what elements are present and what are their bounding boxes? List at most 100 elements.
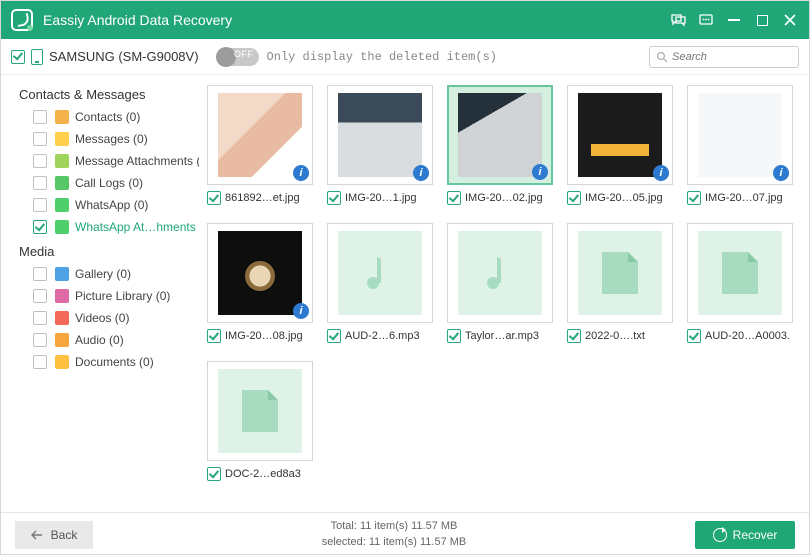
file-thumbnail[interactable]: i — [567, 85, 673, 185]
file-name: IMG-20…07.jpg — [705, 192, 783, 204]
recover-label: Recover — [733, 528, 778, 542]
sidebar-item-checkbox[interactable] — [33, 355, 47, 369]
sidebar-item-checkbox[interactable] — [33, 132, 47, 146]
file-caption: IMG-20…1.jpg — [327, 191, 433, 205]
file-checkbox[interactable] — [447, 191, 461, 205]
sidebar-item-checkbox[interactable] — [33, 289, 47, 303]
file-checkbox[interactable] — [567, 329, 581, 343]
file-card[interactable]: i IMG-20…1.jpg — [327, 85, 433, 205]
sidebar-item-checkbox[interactable] — [33, 311, 47, 325]
file-name: 2022-0….txt — [585, 330, 645, 342]
file-checkbox[interactable] — [207, 329, 221, 343]
file-thumbnail[interactable] — [327, 223, 433, 323]
search-icon — [656, 51, 668, 63]
file-thumbnail[interactable] — [207, 361, 313, 461]
recover-button[interactable]: Recover — [695, 521, 795, 549]
file-card[interactable]: iIMG-20…02.jpg — [447, 85, 553, 205]
file-checkbox[interactable] — [567, 191, 581, 205]
sidebar-item-checkbox[interactable] — [33, 267, 47, 281]
info-badge-icon[interactable]: i — [293, 303, 309, 319]
file-thumbnail[interactable] — [567, 223, 673, 323]
file-card[interactable]: i 861892…et.jpg — [207, 85, 313, 205]
sidebar-item[interactable]: Picture Library (0) — [15, 285, 191, 307]
sidebar-item-checkbox[interactable] — [33, 176, 47, 190]
file-card[interactable]: i IMG-20…05.jpg — [567, 85, 673, 205]
music-note-icon — [365, 255, 395, 291]
file-card[interactable]: iIMG-20…08.jpg — [207, 223, 313, 343]
only-deleted-label: Only display the deleted item(s) — [267, 50, 497, 64]
feedback-icon[interactable] — [697, 11, 715, 29]
file-card[interactable]: Taylor…ar.mp3 — [447, 223, 553, 343]
category-icon — [55, 154, 69, 168]
file-card[interactable]: i IMG-20…07.jpg — [687, 85, 793, 205]
file-caption: IMG-20…05.jpg — [567, 191, 673, 205]
sidebar-item-checkbox[interactable] — [33, 110, 47, 124]
category-icon — [55, 267, 69, 281]
file-checkbox[interactable] — [207, 467, 221, 481]
category-icon — [55, 355, 69, 369]
file-name: 861892…et.jpg — [225, 192, 300, 204]
file-checkbox[interactable] — [687, 329, 701, 343]
sidebar-item[interactable]: Gallery (0) — [15, 263, 191, 285]
search-box[interactable] — [649, 46, 799, 68]
file-card[interactable]: 2022-0….txt — [567, 223, 673, 343]
file-checkbox[interactable] — [207, 191, 221, 205]
recover-icon — [713, 528, 727, 542]
sidebar-item-label: WhatsApp (0) — [75, 198, 148, 212]
close-button[interactable] — [781, 11, 799, 29]
file-card[interactable]: DOC-2…ed8a3 — [207, 361, 313, 481]
footer-stats: Total: 11 item(s) 11.57 MB selected: 11 … — [93, 519, 695, 551]
info-badge-icon[interactable]: i — [653, 165, 669, 181]
category-icon — [55, 110, 69, 124]
file-thumbnail[interactable]: i — [327, 85, 433, 185]
info-badge-icon[interactable]: i — [293, 165, 309, 181]
sidebar-item-checkbox[interactable] — [33, 220, 47, 234]
file-thumbnail[interactable]: i — [687, 85, 793, 185]
sidebar-item[interactable]: WhatsApp At…hments (11) — [15, 216, 191, 238]
app-logo-icon — [11, 9, 33, 31]
file-thumbnail[interactable]: i — [207, 85, 313, 185]
sidebar-item[interactable]: Message Attachments (0) — [15, 150, 191, 172]
search-input[interactable] — [672, 51, 792, 63]
back-label: Back — [51, 528, 78, 542]
stats-selected: selected: 11 item(s) 11.57 MB — [322, 536, 467, 548]
file-caption: 861892…et.jpg — [207, 191, 313, 205]
back-button[interactable]: Back — [15, 521, 93, 549]
info-badge-icon[interactable]: i — [413, 165, 429, 181]
file-card[interactable]: AUD-2…6.mp3 — [327, 223, 433, 343]
file-thumbnail[interactable] — [447, 223, 553, 323]
sidebar-item-label: Audio (0) — [75, 333, 124, 347]
file-grid: i 861892…et.jpg i IMG-20…1.jpg iIMG-20…02.jp… — [207, 85, 791, 481]
title-bar: Eassiy Android Data Recovery — [1, 1, 809, 39]
sidebar-item-label: Videos (0) — [75, 311, 129, 325]
sidebar-item[interactable]: Messages (0) — [15, 128, 191, 150]
sidebar-item[interactable]: Documents (0) — [15, 351, 191, 373]
sidebar-item-checkbox[interactable] — [33, 154, 47, 168]
file-name: Taylor…ar.mp3 — [465, 330, 539, 342]
sidebar-item[interactable]: WhatsApp (0) — [15, 194, 191, 216]
sidebar-item[interactable]: Call Logs (0) — [15, 172, 191, 194]
file-checkbox[interactable] — [327, 329, 341, 343]
category-icon — [55, 198, 69, 212]
file-thumbnail[interactable]: i — [207, 223, 313, 323]
sidebar-item[interactable]: Contacts (0) — [15, 106, 191, 128]
device-checkbox[interactable] — [11, 50, 25, 64]
chat-icon[interactable] — [669, 11, 687, 29]
info-badge-icon[interactable]: i — [532, 164, 548, 180]
file-thumbnail[interactable] — [687, 223, 793, 323]
music-note-icon — [485, 255, 515, 291]
category-icon — [55, 289, 69, 303]
file-card[interactable]: AUD-20…A0003. — [687, 223, 793, 343]
info-badge-icon[interactable]: i — [773, 165, 789, 181]
minimize-button[interactable] — [725, 11, 743, 29]
file-checkbox[interactable] — [447, 329, 461, 343]
sidebar-item[interactable]: Audio (0) — [15, 329, 191, 351]
sidebar-item-checkbox[interactable] — [33, 198, 47, 212]
file-thumbnail[interactable]: i — [447, 85, 553, 185]
file-checkbox[interactable] — [687, 191, 701, 205]
only-deleted-toggle[interactable]: OFF — [217, 48, 259, 66]
sidebar-item[interactable]: Videos (0) — [15, 307, 191, 329]
file-checkbox[interactable] — [327, 191, 341, 205]
sidebar-item-checkbox[interactable] — [33, 333, 47, 347]
maximize-button[interactable] — [753, 11, 771, 29]
